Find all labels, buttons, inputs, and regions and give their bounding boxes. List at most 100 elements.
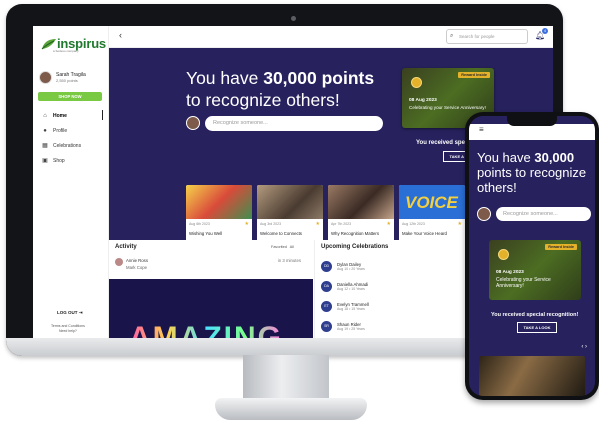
chevron-right-icon[interactable]: › — [585, 344, 587, 350]
card-date: Aug 12th 2023 — [402, 222, 425, 226]
sidebar-item-profile[interactable]: ● Profile — [33, 123, 109, 138]
phone-special-text: You received special recognition! — [491, 312, 579, 318]
celebration-detail: Aug 10 • 20 Years — [337, 266, 365, 271]
celebrant-name: Daniella Ahmadi — [337, 281, 369, 287]
logout-button[interactable]: LOG OUT ⇥ — [57, 310, 83, 316]
carousel-arrows: ‹ › — [581, 344, 587, 350]
list-item[interactable]: DD Dylan Dailey Aug 10 • 20 Years — [321, 256, 369, 276]
phone-top-bar: ≡ — [469, 124, 595, 140]
award-date: 08 Aug 2023 — [409, 98, 437, 103]
hero-title: You have 30,000 points to recognize othe… — [186, 67, 374, 111]
sidebar-item-celebrations[interactable]: ▦ Celebrations — [33, 138, 109, 153]
avatar: DA — [321, 280, 332, 292]
sidebar: inspirus a Sodexo company Sarah Tragila … — [33, 26, 109, 344]
phone: ≡ You have 30,000 points to recognize ot… — [465, 112, 599, 400]
brand-tagline: a Sodexo company — [53, 49, 79, 53]
post-recipient[interactable]: Mark Cope — [126, 265, 147, 270]
top-bar: ‹ ⌕ Search for people 🔔︎ 4 — [109, 26, 553, 48]
person-icon: ● — [43, 127, 47, 134]
phone-recognize-input[interactable]: Recognize someone... — [496, 207, 591, 221]
award-date: 08 Aug 2023 — [496, 270, 524, 275]
shop-now-button[interactable]: SHOP NOW — [38, 92, 102, 101]
card-title: Why Recognition Matters — [331, 231, 380, 236]
sidebar-item-shop[interactable]: ▣ Shop — [33, 153, 109, 168]
sidebar-item-home[interactable]: ⌂ Home — [33, 108, 109, 123]
star-icon[interactable]: ★ — [245, 221, 249, 227]
card-image — [328, 185, 394, 219]
celebration-list: DD Dylan Dailey Aug 10 • 20 Years DA Dan… — [321, 256, 369, 336]
content-card[interactable]: Apr 7th 2023 ★ Why Recognition Matters — [328, 185, 394, 243]
upcoming-title: Upcoming Celebrations — [321, 244, 389, 250]
phone-points: 30,000 — [534, 150, 575, 165]
leaf-logo-icon — [41, 38, 56, 49]
monitor-base — [215, 398, 367, 420]
hero-title-prefix: You have — [186, 68, 264, 88]
hero-title-suffix: to recognize others! — [186, 90, 340, 110]
list-item[interactable]: DA Daniella Ahmadi Aug 12 • 10 Years — [321, 276, 369, 296]
chevron-left-icon[interactable]: ‹ — [119, 30, 122, 40]
reward-tag: Reward Inside — [458, 72, 490, 78]
search-input[interactable]: ⌕ Search for people — [446, 29, 528, 44]
card-date: Aug 3rd 2023 — [260, 222, 282, 226]
menu-icon[interactable]: ≡ — [479, 125, 484, 134]
avatar — [186, 116, 200, 130]
phone-title-suffix: points to recognize others! — [477, 165, 587, 195]
avatar: SR — [321, 320, 332, 332]
avatar — [39, 71, 52, 84]
award-text: Celebrating your Service Anniversary! — [496, 277, 551, 289]
phone-award-card[interactable]: Reward Inside 08 Aug 2023 Celebrating yo… — [489, 240, 581, 300]
star-icon[interactable]: ★ — [316, 221, 320, 227]
notification-badge: 4 — [542, 28, 548, 34]
list-item[interactable]: SR Shaun Rider Aug 19 • 25 Years — [321, 316, 369, 336]
chevron-left-icon[interactable]: ‹ — [581, 344, 583, 350]
medal-icon — [498, 249, 509, 260]
activity-panel: Activity Favorited All Annie Ross Mark C… — [109, 240, 313, 344]
card-title: Wishing You Well — [189, 231, 223, 236]
favorited-filter[interactable]: Favorited — [271, 245, 287, 249]
sidebar-item-label: Home — [53, 112, 67, 119]
content-card[interactable]: VOICE Aug 12th 2023 ★ Make Your Voice He… — [399, 185, 465, 243]
phone-take-a-look-button[interactable]: TAKE A LOOK — [517, 322, 557, 333]
phone-card-image[interactable] — [479, 356, 585, 396]
star-icon[interactable]: ★ — [387, 221, 391, 227]
hero-points: 30,000 points — [263, 68, 375, 88]
post-author[interactable]: Annie Ross — [126, 258, 148, 263]
bag-icon: ▣ — [42, 158, 48, 164]
avatar: ET — [321, 300, 332, 312]
phone-title-prefix: You have — [477, 150, 535, 165]
all-filter[interactable]: All — [290, 245, 294, 249]
activity-filters: Favorited All — [271, 245, 294, 249]
card-title: Welcome to Connects — [260, 231, 302, 236]
card-date: Aug 6th 2023 — [189, 222, 210, 226]
celebration-detail: Aug 18 • 15 Years — [337, 306, 365, 311]
content-cards: Aug 6th 2023 ★ Wishing You Well Aug 3rd … — [186, 185, 465, 243]
sidebar-nav: ⌂ Home ● Profile ▦ Celebrations ▣ Shop — [33, 108, 109, 168]
sidebar-item-label: Shop — [53, 157, 65, 164]
calendar-icon: ▦ — [42, 143, 48, 149]
reward-tag: Reward Inside — [545, 244, 577, 250]
celebrant-name: Dylan Dailey — [337, 261, 362, 267]
card-image: VOICE — [399, 185, 465, 219]
list-item[interactable]: ET Evelyn Trammell Aug 18 • 15 Years — [321, 296, 369, 316]
card-title: Make Your Voice Heard — [402, 231, 447, 236]
card-image — [186, 185, 252, 219]
footer-links: Terms and Conditions Need help? — [51, 324, 85, 334]
post-time: in 3 minutes — [277, 258, 301, 263]
celebration-detail: Aug 12 • 10 Years — [337, 286, 365, 291]
avatar — [115, 258, 123, 266]
logout-label: LOG OUT — [57, 310, 78, 315]
user-summary[interactable]: Sarah Tragila 2,550 points — [39, 71, 86, 84]
voice-image-text: VOICE — [405, 193, 458, 212]
post-image[interactable]: AMAZING — [109, 279, 313, 344]
content-card[interactable]: Aug 3rd 2023 ★ Welcome to Connects — [257, 185, 323, 243]
card-image — [257, 185, 323, 219]
medal-icon — [411, 77, 422, 88]
recognize-input[interactable]: Recognize someone... — [205, 116, 383, 131]
home-icon: ⌂ — [43, 112, 47, 119]
logout-icon: ⇥ — [78, 310, 83, 315]
celebrant-name: Shaun Rider — [337, 321, 361, 327]
content-card[interactable]: Aug 6th 2023 ★ Wishing You Well — [186, 185, 252, 243]
help-link[interactable]: Need help? — [51, 329, 85, 334]
sidebar-item-label: Profile — [53, 127, 68, 134]
star-icon[interactable]: ★ — [458, 221, 462, 227]
